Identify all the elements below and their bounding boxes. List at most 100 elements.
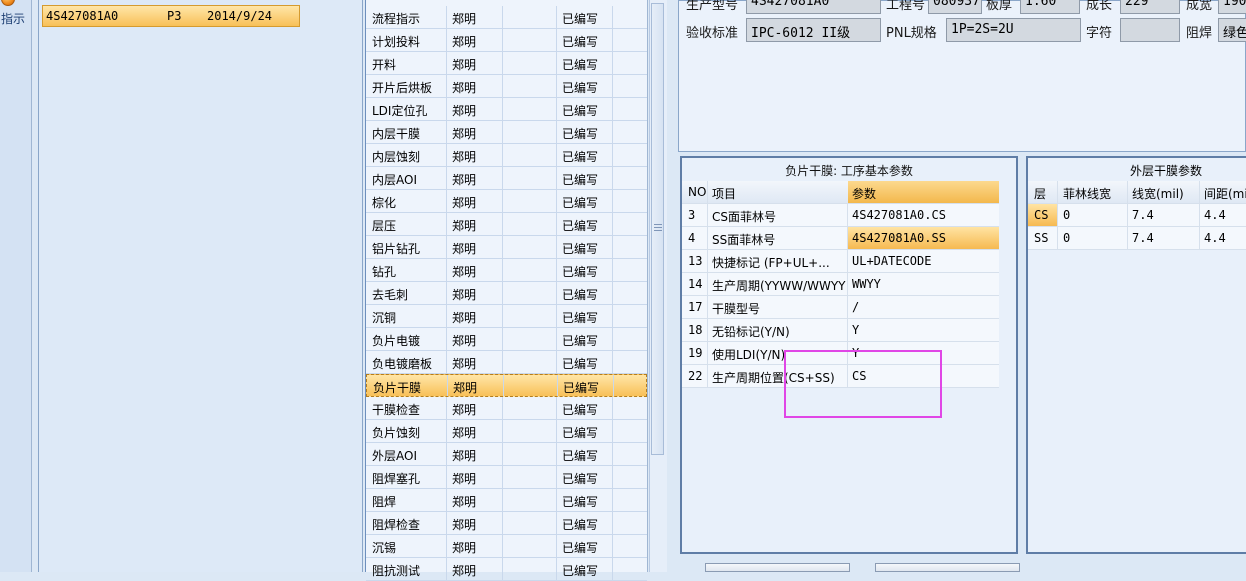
process-row[interactable]: LDI定位孔 郑明 已编写: [366, 98, 647, 121]
process-row[interactable]: 外层AOI 郑明 已编写: [366, 443, 647, 466]
outer-col-layer: 层: [1034, 187, 1047, 201]
process-row[interactable]: 负片干膜 郑明 已编写: [366, 374, 647, 397]
process-row[interactable]: 层压 郑明 已编写: [366, 213, 647, 236]
params-no: 4: [688, 231, 696, 245]
process-person: 郑明: [452, 150, 477, 164]
length-field[interactable]: 229: [1120, 0, 1180, 14]
process-row[interactable]: 流程指示 郑明 已编写: [366, 6, 647, 29]
process-row[interactable]: 负电镀磨板 郑明 已编写: [366, 351, 647, 374]
process-step: 开片后烘板: [372, 81, 433, 95]
process-row[interactable]: 阻抗测试 郑明 已编写: [366, 558, 647, 581]
process-status: 已编写: [562, 334, 599, 348]
outer-layer: SS: [1034, 231, 1049, 245]
process-person: 郑明: [452, 334, 477, 348]
outer-col-spacing: 间距(mil): [1204, 187, 1246, 201]
process-status: 已编写: [562, 173, 599, 187]
outer-col-film-width: 菲林线宽: [1063, 187, 1112, 201]
process-person: 郑明: [452, 472, 477, 486]
process-row[interactable]: 阻焊塞孔 郑明 已编写: [366, 466, 647, 489]
process-status: 已编写: [562, 426, 599, 440]
process-row[interactable]: 铝片钻孔 郑明 已编写: [366, 236, 647, 259]
process-row[interactable]: 开料 郑明 已编写: [366, 52, 647, 75]
params-item: 快捷标记 (FP+UL+...: [712, 256, 830, 270]
outer-line-width: 7.4: [1132, 208, 1154, 222]
params-row[interactable]: 14 生产周期(YYWW/WWYY) WWYY: [682, 273, 999, 296]
outer-film-width: 0: [1063, 231, 1071, 245]
params-row[interactable]: 4 SS面菲林号 4S427081A0.SS: [682, 227, 999, 250]
width-field[interactable]: 190: [1218, 0, 1246, 14]
outer-header-row: 层 菲林线宽 线宽(mil) 间距(mil): [1028, 181, 1246, 204]
process-step: 负片电镀: [372, 334, 421, 348]
eng-no-label: 工程号: [886, 0, 926, 13]
process-status: 已编写: [562, 265, 599, 279]
width-label: 成宽: [1186, 0, 1213, 13]
bottom-button-1[interactable]: [705, 563, 850, 572]
params-no: 17: [688, 300, 703, 314]
process-status: 已编写: [562, 196, 599, 210]
outer-spacing: 4.4: [1204, 208, 1226, 222]
process-row[interactable]: 去毛刺 郑明 已编写: [366, 282, 647, 305]
process-person: 郑明: [452, 81, 477, 95]
process-step: 流程指示: [372, 12, 421, 26]
process-person: 郑明: [452, 35, 477, 49]
eng-no-field[interactable]: 080937: [928, 0, 982, 14]
process-row[interactable]: 负片蚀刻 郑明 已编写: [366, 420, 647, 443]
process-status: 已编写: [562, 472, 599, 486]
orders-selected-row[interactable]: 4S427081A0 P3 2014/9/24: [42, 5, 300, 27]
process-row[interactable]: 内层蚀刻 郑明 已编写: [366, 144, 647, 167]
process-row[interactable]: 棕化 郑明 已编写: [366, 190, 647, 213]
params-item: SS面菲林号: [712, 233, 776, 247]
process-row[interactable]: 阻焊检查 郑明 已编写: [366, 512, 647, 535]
params-row[interactable]: 18 无铅标记(Y/N) Y: [682, 319, 999, 342]
process-step: 棕化: [372, 196, 397, 210]
process-row[interactable]: 计划投料 郑明 已编写: [366, 29, 647, 52]
process-person: 郑明: [452, 495, 477, 509]
process-row[interactable]: 干膜检查 郑明 已编写: [366, 397, 647, 420]
process-row[interactable]: 内层干膜 郑明 已编写: [366, 121, 647, 144]
process-row[interactable]: 内层AOI 郑明 已编写: [366, 167, 647, 190]
part-no-field[interactable]: 4S427081A0: [746, 0, 881, 14]
outer-spacing: 4.4: [1204, 231, 1226, 245]
process-status: 已编写: [562, 150, 599, 164]
params-value: /: [852, 300, 860, 314]
params-col-value: 参数: [848, 181, 999, 203]
process-step: 去毛刺: [372, 288, 409, 302]
process-row[interactable]: 沉铜 郑明 已编写: [366, 305, 647, 328]
pnl-field[interactable]: 1P=2S=2U: [946, 18, 1081, 42]
process-row[interactable]: 负片电镀 郑明 已编写: [366, 328, 647, 351]
bottom-button-2[interactable]: [875, 563, 1020, 572]
params-row[interactable]: 17 干膜型号 /: [682, 296, 999, 319]
params-col-no: NO: [688, 185, 707, 199]
process-status: 已编写: [562, 81, 599, 95]
params-item: 干膜型号: [712, 302, 761, 316]
process-step: 沉铜: [372, 311, 397, 325]
process-row[interactable]: 开片后烘板 郑明 已编写: [366, 75, 647, 98]
params-row[interactable]: 3 CS面菲林号 4S427081A0.CS: [682, 204, 999, 227]
process-status: 已编写: [562, 311, 599, 325]
process-status: 已编写: [562, 35, 599, 49]
process-step: 阻焊: [372, 495, 397, 509]
orders-panel: [38, 0, 363, 572]
outer-row[interactable]: CS 0 7.4 4.4: [1028, 204, 1246, 227]
acceptance-field[interactable]: IPC-6012 II级: [746, 18, 881, 42]
process-step: 层压: [372, 219, 397, 233]
process-status: 已编写: [562, 495, 599, 509]
left-nav-strip: [0, 0, 32, 572]
char-field[interactable]: [1120, 18, 1180, 42]
process-row[interactable]: 阻焊 郑明 已编写: [366, 489, 647, 512]
outer-film-width: 0: [1063, 208, 1071, 222]
process-status: 已编写: [562, 541, 599, 555]
params-value: WWYY: [852, 277, 881, 291]
thickness-field[interactable]: 1.60: [1020, 0, 1080, 14]
process-row[interactable]: 钻孔 郑明 已编写: [366, 259, 647, 282]
params-row[interactable]: 13 快捷标记 (FP+UL+... UL+DATECODE: [682, 250, 999, 273]
order-date: 2014/9/24: [207, 9, 273, 23]
params-no: 18: [688, 323, 703, 337]
params-header-row: NO 项目 参数: [682, 181, 999, 204]
solder-field[interactable]: 绿色: [1218, 18, 1246, 42]
outer-row[interactable]: SS 0 7.4 4.4: [1028, 227, 1246, 250]
nav-label[interactable]: 指示: [1, 10, 25, 27]
process-row[interactable]: 沉锡 郑明 已编写: [366, 535, 647, 558]
params-title: 负片干膜: 工序基本参数: [785, 164, 913, 178]
params-value: 4S427081A0.SS: [848, 227, 999, 249]
